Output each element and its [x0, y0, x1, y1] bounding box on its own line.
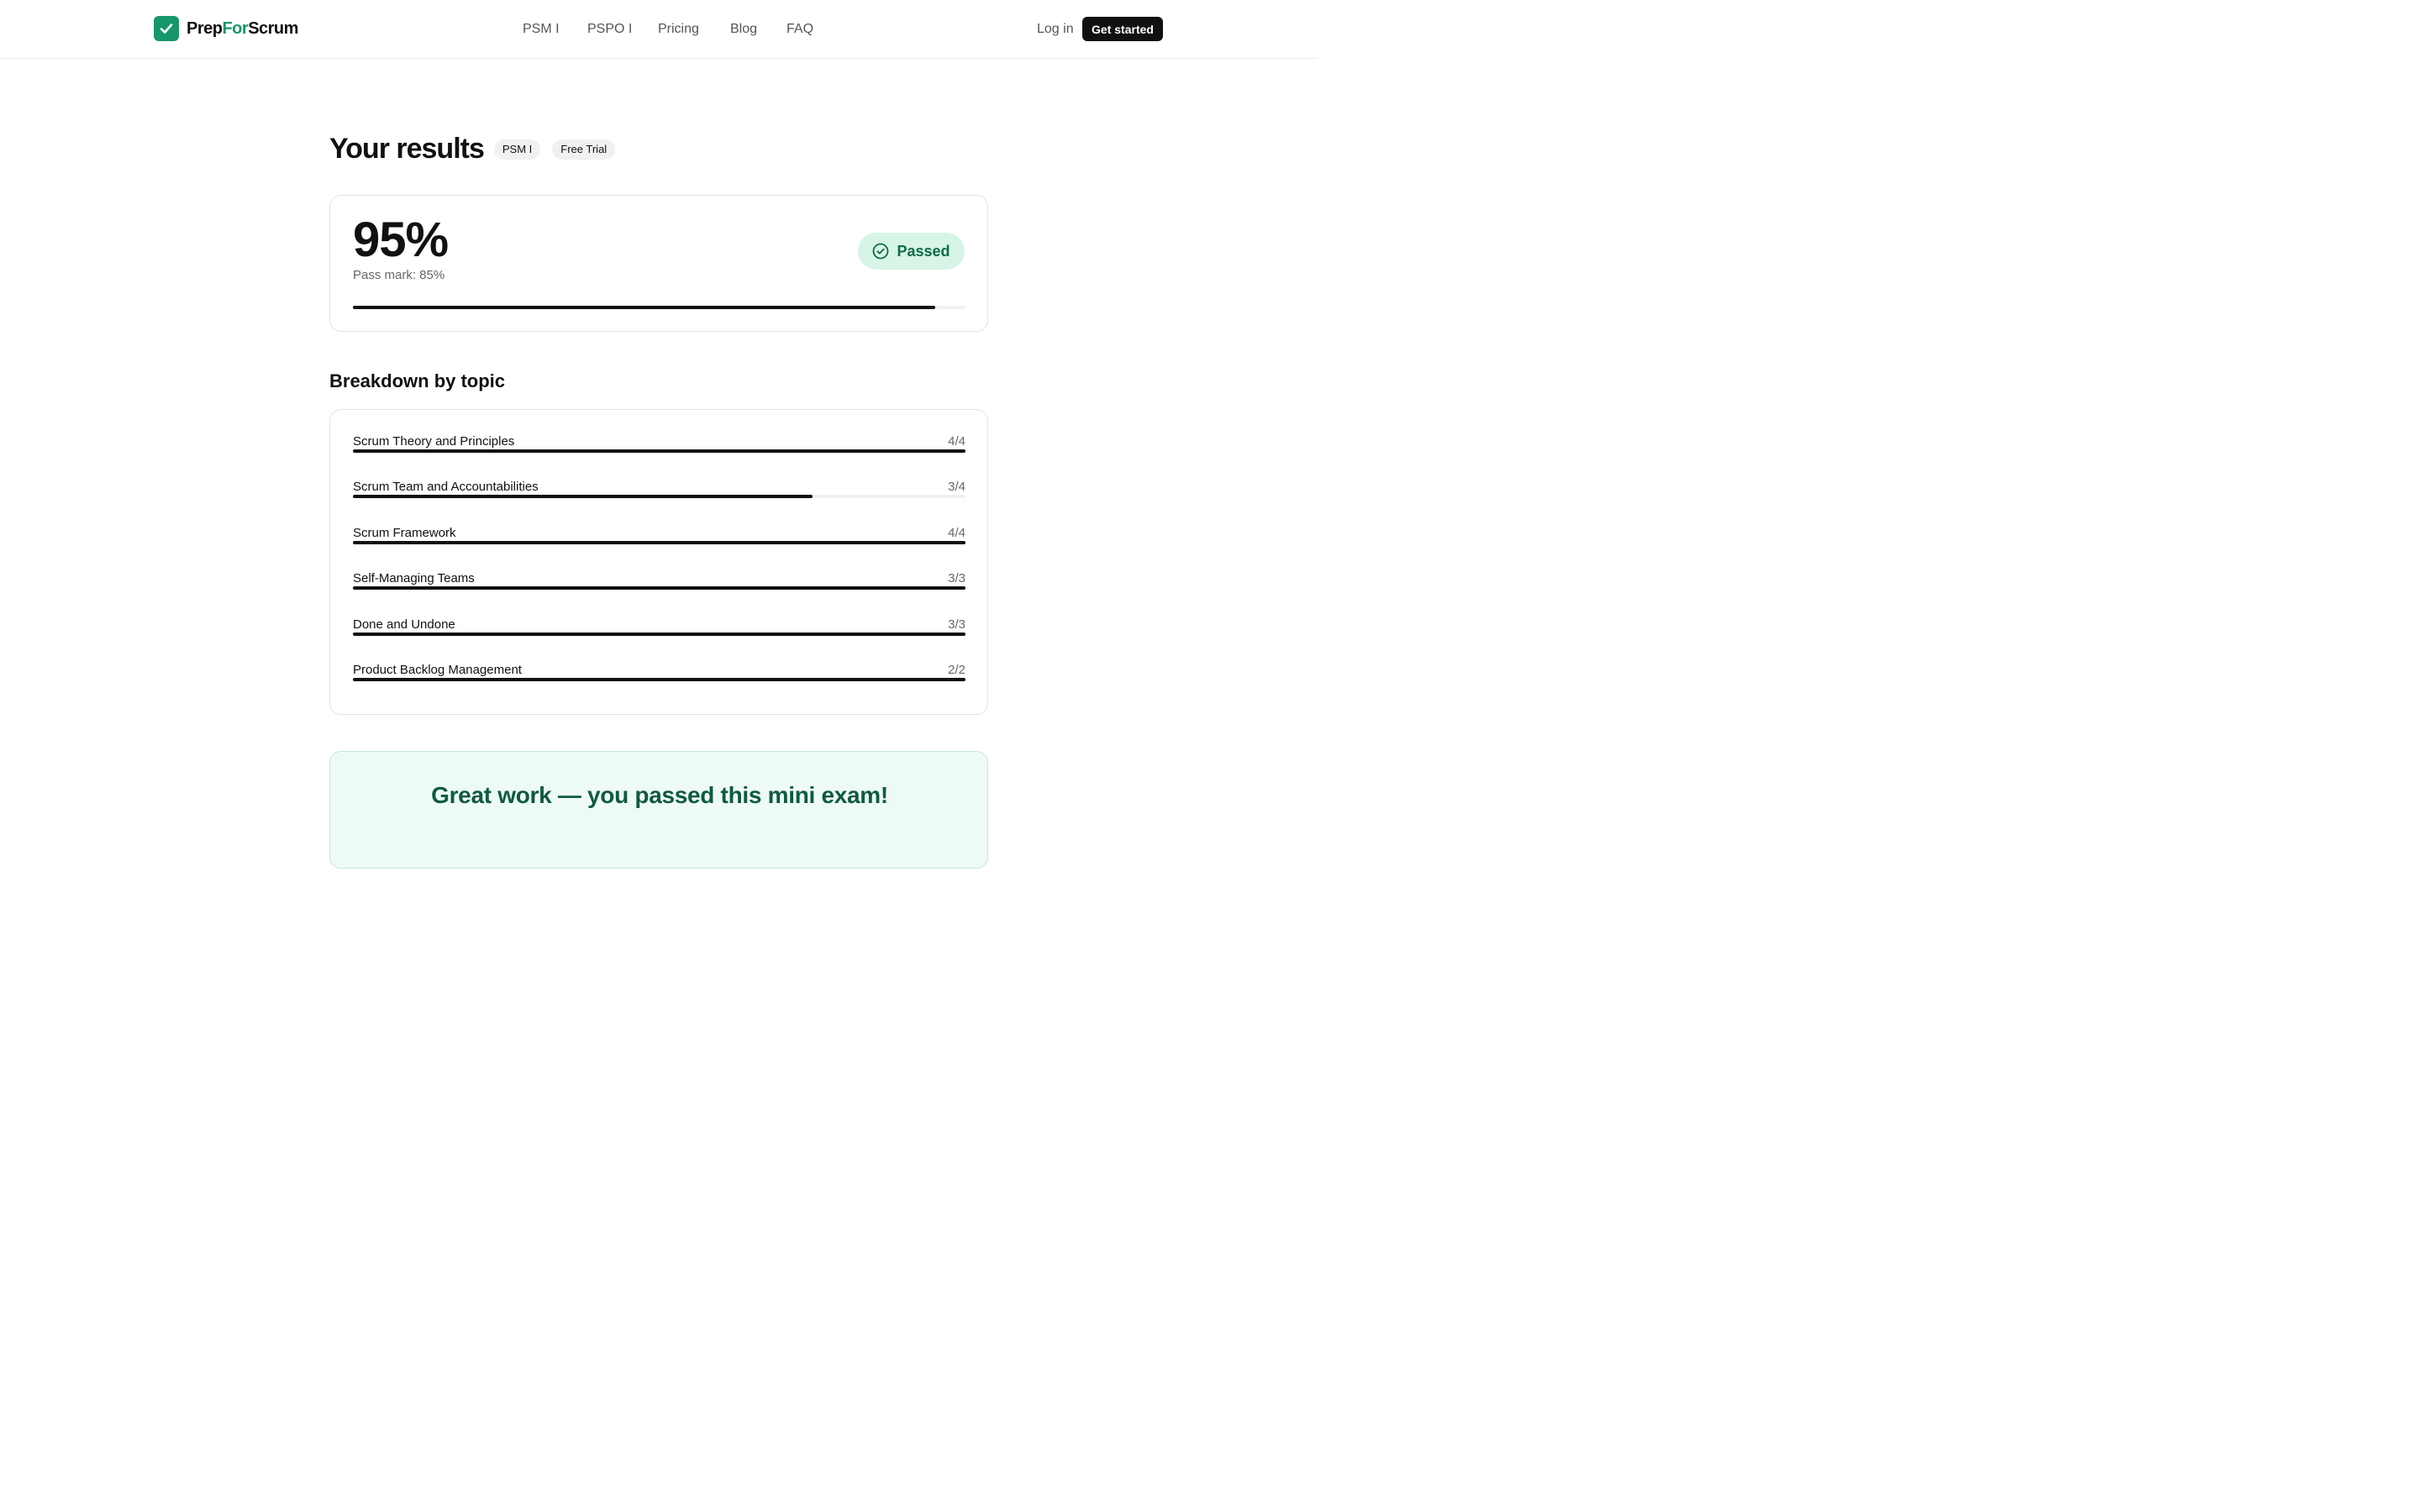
topic-progress-bar — [353, 586, 965, 590]
nav-link-faq[interactable]: FAQ — [786, 21, 813, 38]
page-title: Your results — [329, 133, 485, 165]
topic-row: Self-Managing Teams 3/3 — [353, 571, 965, 596]
breakdown-title: Breakdown by topic — [329, 370, 506, 391]
topic-score: 4/4 — [948, 526, 965, 540]
top-navigation-bar: PrepForScrum PSM I PSPO I Pricing Blog F… — [0, 0, 1318, 59]
exam-tag: PSM I — [493, 139, 541, 160]
topic-progress-fill — [353, 495, 813, 498]
topic-progress-bar — [353, 495, 965, 498]
topic-progress-bar — [353, 541, 965, 544]
topic-progress-bar — [353, 633, 965, 636]
topic-label: Done and Undone — [353, 617, 455, 632]
topic-label: Self-Managing Teams — [353, 571, 475, 585]
topic-score: 4/4 — [948, 434, 965, 449]
topic-label: Scrum Theory and Principles — [353, 434, 515, 449]
topic-progress-fill — [353, 678, 965, 681]
score-percentage: 95% — [353, 213, 449, 267]
topic-breakdown-card: Scrum Theory and Principles 4/4 Scrum Te… — [329, 409, 988, 715]
nav-link-blog[interactable]: Blog — [730, 21, 757, 38]
congrats-panel: Great work — you passed this mini exam! — [329, 751, 988, 869]
nav-link-psm-i[interactable]: PSM I — [523, 21, 560, 38]
topic-score: 2/2 — [948, 663, 965, 677]
congrats-title: Great work — you passed this mini exam! — [431, 782, 888, 808]
plan-tag: Free Trial — [552, 139, 616, 160]
pass-mark: Pass mark: 85% — [353, 268, 445, 282]
topic-label: Scrum Team and Accountabilities — [353, 480, 539, 494]
topic-row: Scrum Theory and Principles 4/4 — [353, 434, 965, 459]
topic-label: Product Backlog Management — [353, 663, 522, 677]
score-card: 95% Pass mark: 85% Passed — [329, 195, 988, 332]
topic-label: Scrum Framework — [353, 526, 456, 540]
topic-row: Scrum Team and Accountabilities 3/4 — [353, 480, 965, 505]
login-link[interactable]: Log in — [1037, 21, 1074, 38]
status-label: Passed — [897, 242, 950, 260]
topic-score: 3/3 — [948, 571, 965, 585]
score-progress-bar — [353, 306, 965, 309]
nav-link-pricing[interactable]: Pricing — [658, 21, 699, 38]
topic-progress-fill — [353, 586, 965, 590]
results-title-row: Your results PSM I Free Trial — [329, 133, 616, 165]
get-started-button[interactable]: Get started — [1082, 17, 1163, 41]
nav-link-pspo-i[interactable]: PSPO I — [587, 21, 632, 38]
topic-progress-bar — [353, 449, 965, 453]
topic-progress-fill — [353, 449, 965, 453]
score-progress-fill — [353, 306, 935, 309]
topic-score: 3/3 — [948, 617, 965, 632]
topic-progress-fill — [353, 541, 965, 544]
topic-progress-bar — [353, 678, 965, 681]
status-badge: Passed — [858, 233, 965, 270]
topic-row: Product Backlog Management 2/2 — [353, 663, 965, 688]
topic-score: 3/4 — [948, 480, 965, 494]
topic-row: Done and Undone 3/3 — [353, 617, 965, 643]
topic-row: Scrum Framework 4/4 — [353, 526, 965, 551]
topic-progress-fill — [353, 633, 965, 636]
check-circle-icon — [873, 243, 889, 260]
